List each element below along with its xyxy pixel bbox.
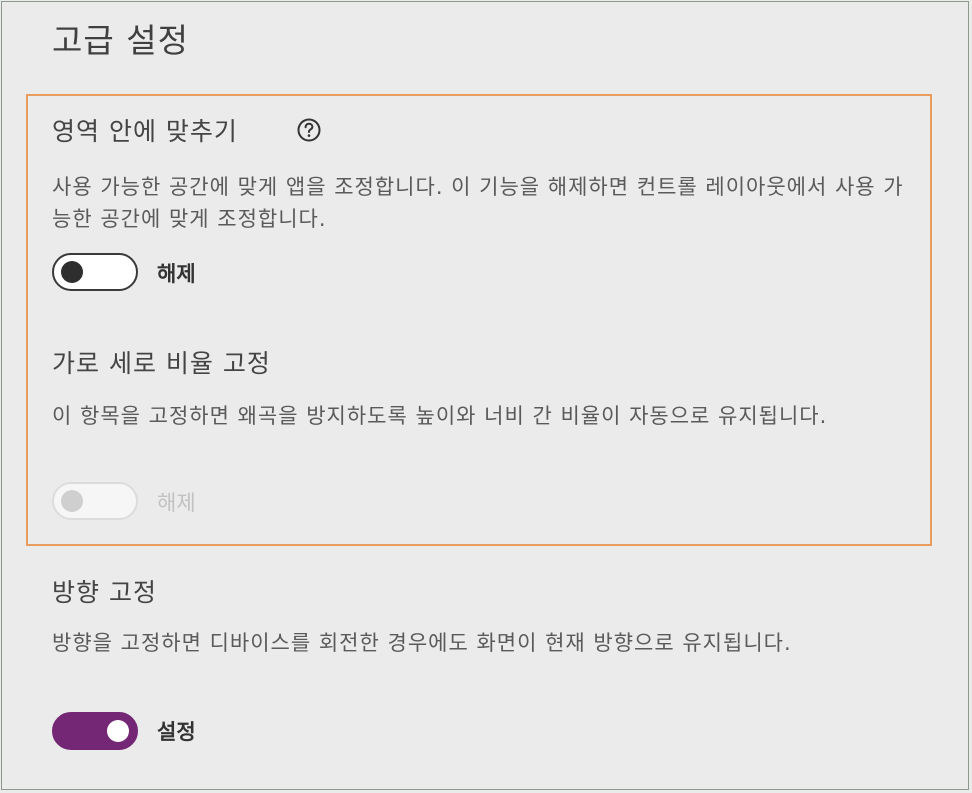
lock-aspect-ratio-description: 이 항목을 고정하면 왜곡을 방지하도록 높이와 너비 간 비율이 자동으로 유… <box>52 404 828 428</box>
lock-aspect-ratio-toggle-label: 해제 <box>157 491 196 515</box>
lock-orientation-toggle-label: 설정 <box>157 720 196 744</box>
toggle-knob <box>61 261 83 283</box>
fit-to-area-title: 영역 안에 맞추기 <box>52 117 238 146</box>
lock-aspect-ratio-toggle <box>52 482 138 520</box>
lock-orientation-description: 방향을 고정하면 디바이스를 회전한 경우에도 화면이 현재 방향으로 유지됩니… <box>52 631 792 655</box>
help-icon[interactable] <box>296 117 322 143</box>
fit-to-area-toggle-label: 해제 <box>157 262 196 286</box>
lock-orientation-toggle[interactable] <box>52 712 138 750</box>
lock-orientation-title: 방향 고정 <box>52 578 157 607</box>
lock-aspect-ratio-title: 가로 세로 비율 고정 <box>52 349 271 378</box>
page-title: 고급 설정 <box>52 21 189 60</box>
highlight-box <box>26 94 932 546</box>
toggle-knob <box>107 720 129 742</box>
fit-to-area-description: 사용 가능한 공간에 맞게 앱을 조정합니다. 이 기능을 해제하면 컨트롤 레… <box>52 175 904 231</box>
fit-to-area-toggle[interactable] <box>52 253 138 291</box>
toggle-knob <box>61 490 83 512</box>
